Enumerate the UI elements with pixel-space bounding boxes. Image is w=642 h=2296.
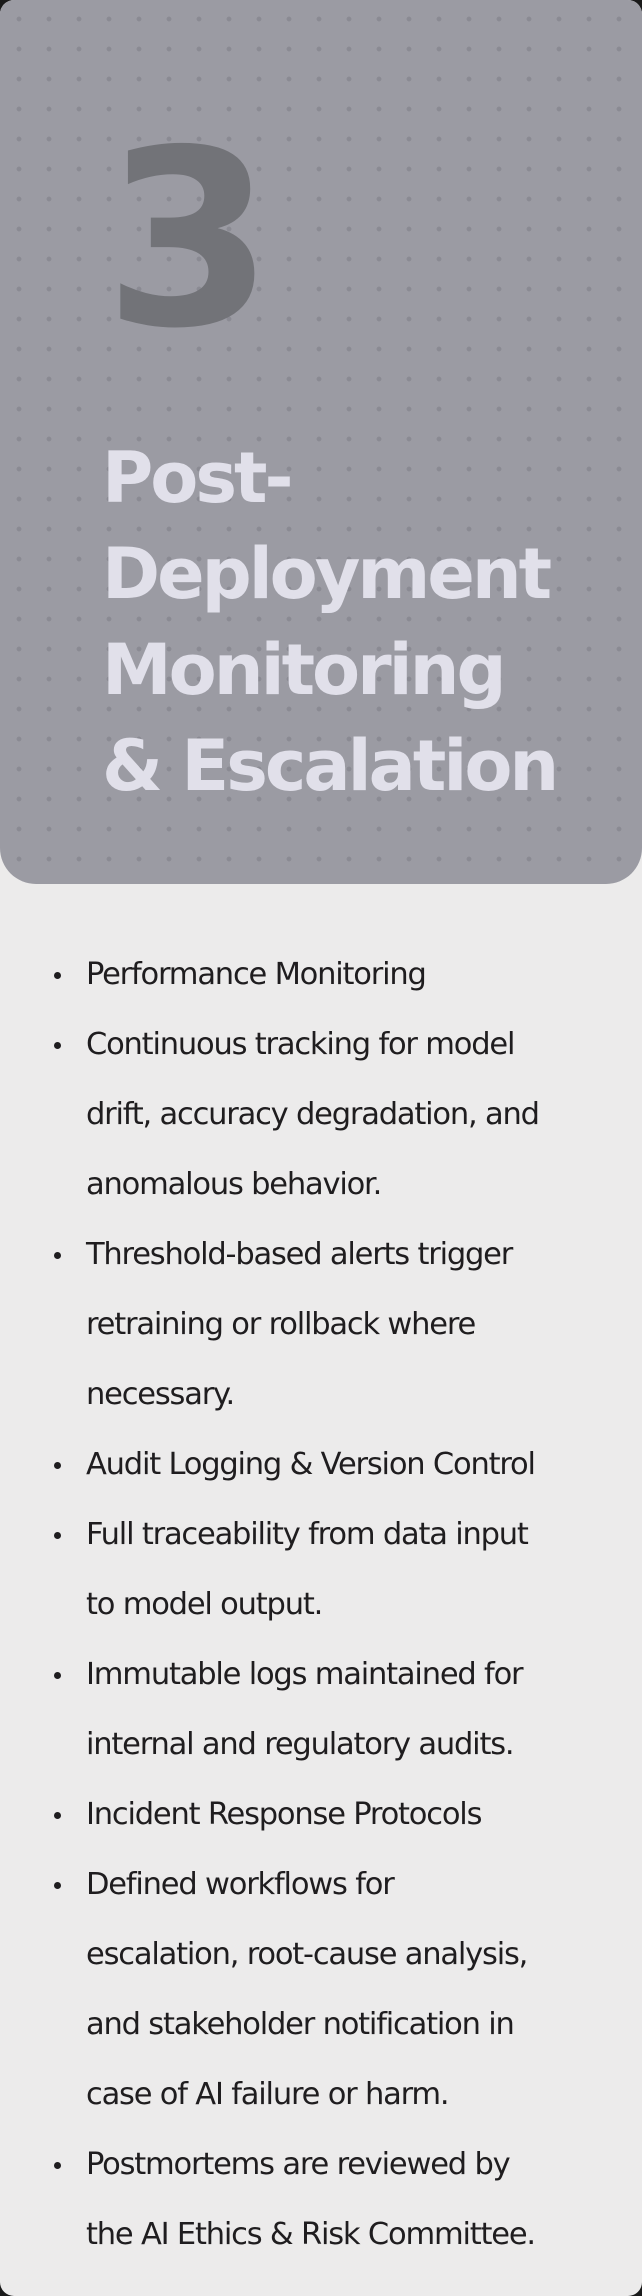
list-item: Threshold-based alerts trigger retrainin… xyxy=(50,1220,620,1430)
list-item-line: Full traceability from data input xyxy=(86,1517,529,1552)
list-item-line: Threshold-based alerts trigger xyxy=(86,1237,513,1272)
section-number: 3 xyxy=(104,98,274,382)
list-item-line: Audit Logging & Version Control xyxy=(86,1447,536,1482)
list-item: Audit Logging & Version Control xyxy=(50,1430,620,1500)
list-item-line: Incident Response Protocols xyxy=(86,1797,482,1832)
section-title-line: Post- xyxy=(102,437,294,519)
list-item-line: anomalous behavior. xyxy=(86,1167,382,1202)
list-item-line: escalation, root-cause analysis, xyxy=(86,1937,528,1972)
section-card: 3 Post- Deployment Monitoring & Escalati… xyxy=(0,0,642,2296)
list-item: Incident Response Protocols xyxy=(50,1780,620,1850)
list-item-line: the AI Ethics & Risk Committee. xyxy=(86,2217,536,2252)
list-item-line: drift, accuracy degradation, and xyxy=(86,1097,540,1132)
list-item: Continuous tracking for model drift, acc… xyxy=(50,1010,620,1220)
list-item-line: necessary. xyxy=(86,1377,235,1412)
list-item-line: Postmortems are reviewed by xyxy=(86,2147,511,2182)
list-item-line: case of AI failure or harm. xyxy=(86,2077,450,2112)
list-item-line: internal and regulatory audits. xyxy=(86,1727,515,1762)
list-item-line: Continuous tracking for model xyxy=(86,1027,515,1062)
list-item-line: and stakeholder notification in xyxy=(86,2007,515,2042)
list-item: Postmortems are reviewed by the AI Ethic… xyxy=(50,2130,620,2270)
bullet-list: Performance Monitoring Continuous tracki… xyxy=(50,940,620,2270)
section-title: Post- Deployment Monitoring & Escalation xyxy=(102,430,622,814)
section-title-line: Deployment xyxy=(102,533,552,615)
list-item-line: Immutable logs maintained for xyxy=(86,1657,524,1692)
list-item: Immutable logs maintained for internal a… xyxy=(50,1640,620,1780)
list-item-line: to model output. xyxy=(86,1587,323,1622)
list-item-line: retraining or rollback where xyxy=(86,1307,476,1342)
section-title-line: Monitoring xyxy=(102,629,507,711)
list-item-line: Performance Monitoring xyxy=(86,957,427,992)
list-item: Performance Monitoring xyxy=(50,940,620,1010)
list-item: Full traceability from data input to mod… xyxy=(50,1500,620,1640)
list-item-line: Defined workflows for xyxy=(86,1867,395,1902)
list-item: Defined workflows for escalation, root-c… xyxy=(50,1850,620,2130)
section-title-line: & Escalation xyxy=(102,725,559,807)
section-header: 3 Post- Deployment Monitoring & Escalati… xyxy=(0,0,642,884)
